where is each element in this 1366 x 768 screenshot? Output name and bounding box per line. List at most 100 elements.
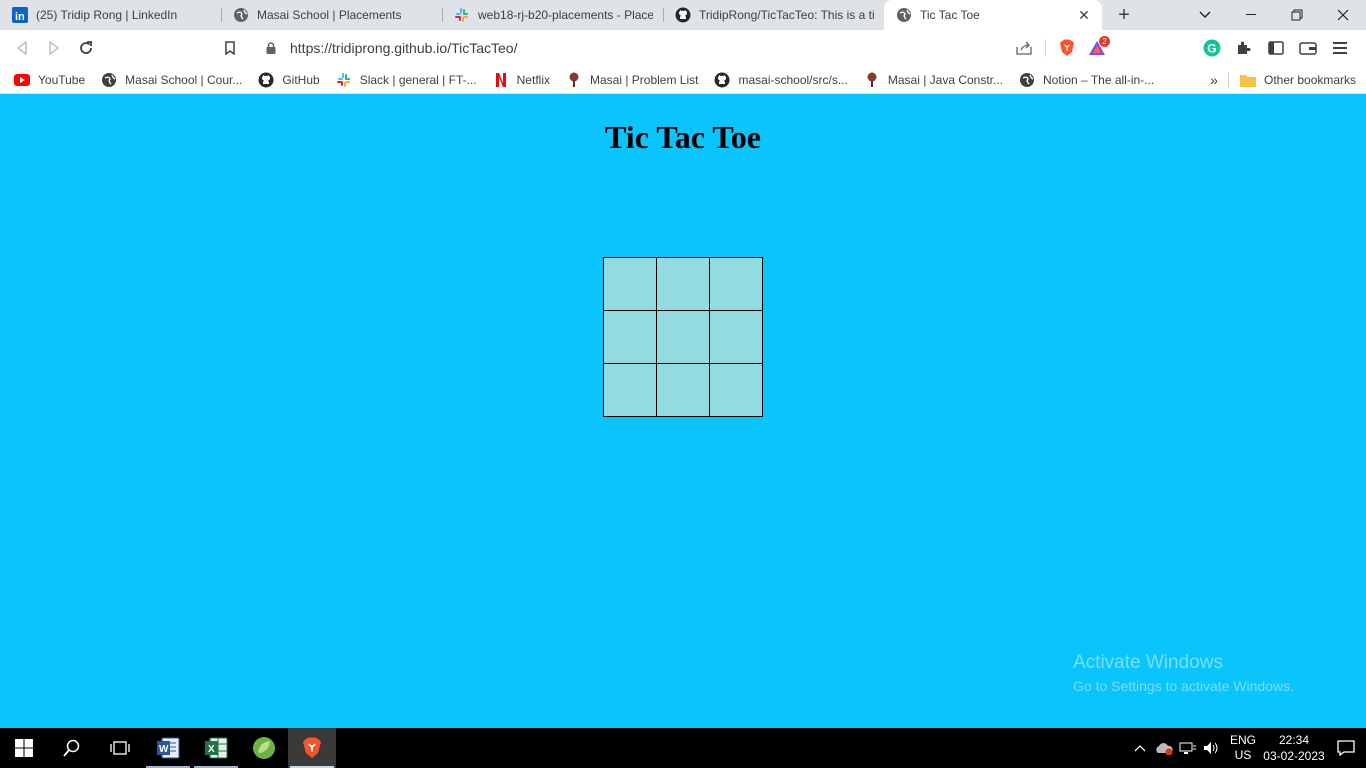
- address-bar[interactable]: https://tridiprong.github.io/TicTacTeo/ …: [254, 34, 1112, 62]
- bookmark-masai-problem-list[interactable]: Masai | Problem List: [558, 68, 707, 92]
- bookmark-notion[interactable]: Notion – The all-in-...: [1011, 68, 1162, 92]
- url-text[interactable]: https://tridiprong.github.io/TicTacTeo/: [290, 40, 1009, 56]
- reload-button[interactable]: [70, 34, 102, 62]
- bookmark-youtube[interactable]: YouTube: [6, 68, 93, 92]
- minimize-button[interactable]: [1228, 0, 1274, 30]
- tab-linkedin[interactable]: in (25) Tridip Rong | LinkedIn: [0, 0, 221, 30]
- show-hidden-icons-chevron-icon[interactable]: [1128, 728, 1152, 768]
- tab-slack[interactable]: web18-rj-b20-placements - Placem: [442, 0, 663, 30]
- sidebar-toggle-icon[interactable]: [1260, 33, 1292, 63]
- svg-text:W: W: [159, 744, 169, 755]
- youtube-icon: [14, 72, 30, 88]
- watermark-subtitle: Go to Settings to activate Windows.: [1073, 678, 1294, 694]
- board-cell-3[interactable]: [710, 258, 762, 310]
- extensions-puzzle-icon[interactable]: [1228, 33, 1260, 63]
- bookmark-label: Masai School | Cour...: [125, 72, 243, 87]
- board-cell-9[interactable]: [710, 364, 762, 416]
- other-bookmarks-folder[interactable]: Other bookmarks: [1232, 68, 1364, 92]
- bookmark-label: Masai | Java Constr...: [887, 72, 1004, 87]
- linkedin-icon: in: [12, 7, 28, 23]
- tab-title: (25) Tridip Rong | LinkedIn: [36, 8, 178, 22]
- network-icon[interactable]: [1176, 728, 1200, 768]
- tab-masai-placements[interactable]: Masai School | Placements: [221, 0, 442, 30]
- system-tray: ENG US 22:34 03-02-2023: [1128, 728, 1366, 768]
- grammarly-icon[interactable]: G: [1196, 33, 1228, 63]
- menu-icon[interactable]: [1324, 33, 1356, 63]
- new-tab-button[interactable]: +: [1102, 0, 1146, 30]
- bookmarks-bar: YouTube Masai School | Cour... GitHub Sl…: [0, 66, 1366, 94]
- github-icon: [258, 72, 274, 88]
- language-code: ENG: [1229, 733, 1256, 747]
- brave-browser-app-icon[interactable]: [288, 728, 336, 768]
- board-cell-8[interactable]: [657, 364, 709, 416]
- wallet-icon[interactable]: [1292, 33, 1324, 63]
- board-cell-2[interactable]: [657, 258, 709, 310]
- globe-icon: [1019, 72, 1035, 88]
- input-language-indicator[interactable]: ENG US: [1224, 733, 1262, 763]
- globe-icon: [896, 7, 912, 23]
- board-cell-5[interactable]: [657, 311, 709, 363]
- window-controls: [1182, 0, 1366, 30]
- back-button[interactable]: [6, 34, 38, 62]
- bookmark-github[interactable]: GitHub: [250, 68, 327, 92]
- globe-icon: [101, 72, 117, 88]
- globe-icon: [233, 7, 249, 23]
- windows-logo-icon: [15, 739, 33, 757]
- bookmark-slack[interactable]: Slack | general | FT-...: [328, 68, 485, 92]
- keyboard-layout: US: [1234, 748, 1252, 762]
- word-app-icon[interactable]: W: [144, 728, 192, 768]
- excel-app-icon[interactable]: X: [192, 728, 240, 768]
- brave-shields-icon[interactable]: [1052, 39, 1082, 57]
- tab-search-icon[interactable]: [1182, 0, 1228, 30]
- omnibox-divider: [1045, 39, 1046, 57]
- bookmark-masai-school-src[interactable]: masai-school/src/s...: [706, 68, 855, 92]
- lock-icon[interactable]: [266, 42, 280, 54]
- board-cell-7[interactable]: [604, 364, 656, 416]
- tab-title: Tic Tac Toe: [920, 8, 980, 22]
- tab-tic-tac-toe[interactable]: Tic Tac Toe ✕: [884, 0, 1102, 30]
- tab-github-repo[interactable]: TridipRong/TicTacTeo: This is a tic t: [663, 0, 884, 30]
- bookmark-netflix[interactable]: Netflix: [485, 68, 558, 92]
- page-title: Tic Tac Toe: [605, 119, 761, 155]
- bookmark-masai-java[interactable]: Masai | Java Constr...: [856, 68, 1011, 92]
- tab-title: web18-rj-b20-placements - Placem: [478, 8, 653, 22]
- board-cell-4[interactable]: [604, 311, 656, 363]
- restore-button[interactable]: [1274, 0, 1320, 30]
- task-view-icon[interactable]: [96, 728, 144, 768]
- more-bookmarks-chevron-icon[interactable]: »: [1204, 68, 1224, 92]
- board-cell-1[interactable]: [604, 258, 656, 310]
- rewards-badge: 2: [1099, 36, 1110, 47]
- page-content: Tic Tac Toe Activate Windows Go to Setti…: [0, 99, 1366, 728]
- volume-icon[interactable]: [1200, 728, 1224, 768]
- forward-button[interactable]: [38, 34, 70, 62]
- extensions-area: G: [1196, 33, 1366, 63]
- tab-title: TridipRong/TicTacTeo: This is a tic t: [699, 8, 874, 22]
- masai-icon: [864, 72, 880, 88]
- tic-tac-toe-board: [603, 257, 763, 417]
- netflix-icon: [493, 72, 509, 88]
- tab-title: Masai School | Placements: [257, 8, 402, 22]
- folder-icon: [1240, 72, 1256, 88]
- start-button[interactable]: [0, 728, 48, 768]
- bookmark-masai-courses[interactable]: Masai School | Cour...: [93, 68, 250, 92]
- notifications-icon[interactable]: [1326, 728, 1366, 768]
- brave-rewards-icon[interactable]: 2: [1082, 36, 1112, 56]
- tab-strip: in (25) Tridip Rong | LinkedIn Masai Sch…: [0, 0, 1366, 30]
- masai-icon: [566, 72, 582, 88]
- system-clock[interactable]: 22:34 03-02-2023: [1262, 732, 1326, 764]
- github-icon: [675, 7, 691, 23]
- search-icon[interactable]: [48, 728, 96, 768]
- bookmark-label: Slack | general | FT-...: [359, 72, 477, 87]
- close-tab-icon[interactable]: ✕: [1076, 7, 1092, 24]
- bookmark-icon[interactable]: [214, 34, 246, 62]
- board-cell-6[interactable]: [710, 311, 762, 363]
- bookmarks-divider: [1228, 72, 1229, 88]
- activate-windows-watermark: Activate Windows Go to Settings to activ…: [1073, 652, 1294, 694]
- share-icon[interactable]: [1009, 41, 1039, 55]
- close-window-button[interactable]: [1320, 0, 1366, 30]
- svg-text:X: X: [208, 744, 215, 755]
- bookmark-label: masai-school/src/s...: [738, 72, 848, 87]
- other-bookmarks-label: Other bookmarks: [1264, 73, 1357, 87]
- spring-tool-suite-icon[interactable]: [240, 728, 288, 768]
- onedrive-icon[interactable]: [1152, 728, 1176, 768]
